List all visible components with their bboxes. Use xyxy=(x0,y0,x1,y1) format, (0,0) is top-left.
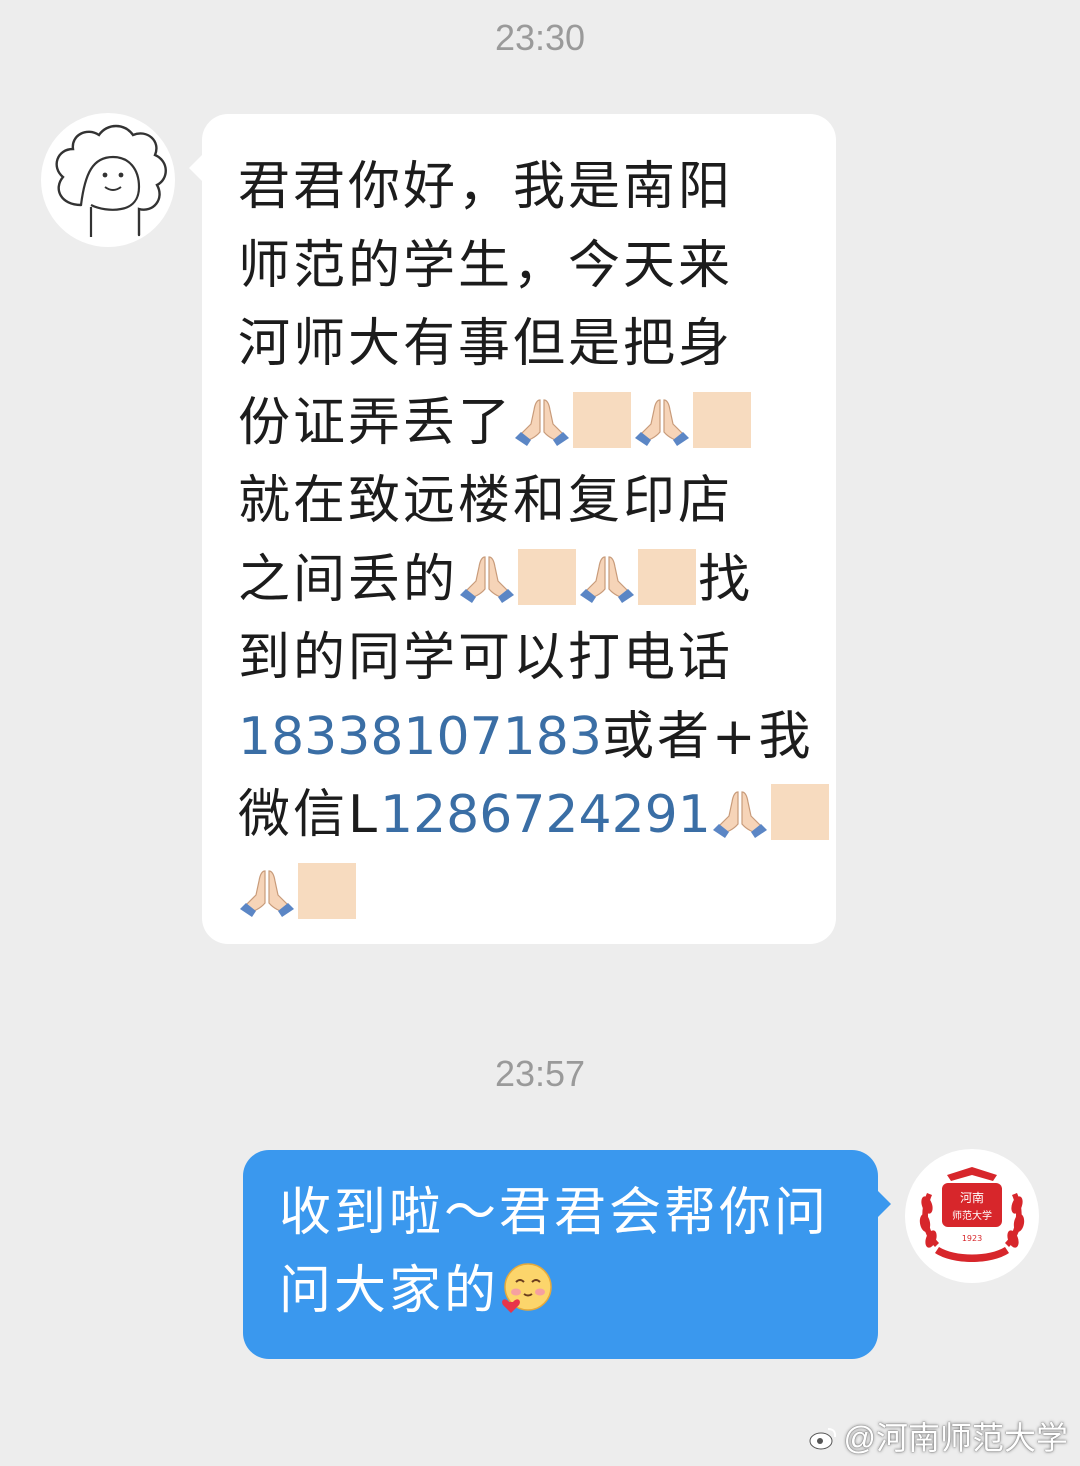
redacted-emoji-block xyxy=(638,548,697,605)
timestamp-top: 23:30 xyxy=(494,17,586,58)
message-text: 份证弄丢了 xyxy=(238,392,514,453)
message-line: 份证弄丢了 xyxy=(238,384,816,463)
doodle-face-icon xyxy=(55,124,167,237)
sender-avatar[interactable] xyxy=(41,113,175,247)
redacted-emoji-block xyxy=(693,391,752,448)
message-text: 找 xyxy=(698,549,754,610)
message-line: 18338107183或者+我 xyxy=(238,698,816,777)
message-text: 微信L xyxy=(238,785,380,845)
message-line: 问大家的 xyxy=(279,1252,858,1330)
message-line: 之间丢的 找 xyxy=(238,541,816,620)
message-line xyxy=(238,855,816,934)
redacted-emoji-block xyxy=(298,862,356,919)
seal-text-middle: 师范大学 xyxy=(952,1209,992,1222)
message-line: 就在致远楼和复印店 xyxy=(238,471,734,531)
redacted-emoji-block xyxy=(518,548,577,605)
praying-hands-icon xyxy=(458,551,516,603)
incoming-message-bubble[interactable]: 君君你好，我是南阳 师范的学生，今天来 河师大有事但是把身 份证弄丢了 就在致远… xyxy=(189,114,836,944)
praying-hands-icon xyxy=(578,551,636,603)
message-text: 之间丢的 xyxy=(238,549,459,610)
outgoing-message-bubble[interactable]: 收到啦～君君会帮你问 问大家的 xyxy=(243,1150,891,1359)
praying-hands-icon xyxy=(513,394,571,446)
message-line: 收到啦～君君会帮你问 xyxy=(279,1183,830,1243)
blushing-face-with-heart-icon xyxy=(499,1260,555,1316)
praying-hands-icon xyxy=(633,394,691,446)
seal-year: 1923 xyxy=(962,1234,982,1243)
watermark: @河南师范大学 xyxy=(808,1418,1069,1458)
redacted-emoji-block xyxy=(770,784,829,840)
phone-number-link[interactable]: 18338107183 xyxy=(238,707,602,767)
school-avatar[interactable]: 河南 师范大学 1923 xyxy=(905,1149,1039,1283)
timestamp-bottom: 23:57 xyxy=(494,1053,586,1094)
message-text: 问大家的 xyxy=(279,1261,500,1321)
redacted-emoji-block xyxy=(573,391,632,448)
seal-text-top: 河南 xyxy=(960,1190,984,1205)
weibo-logo-icon xyxy=(809,1428,836,1450)
watermark-text: @河南师范大学 xyxy=(843,1420,1069,1456)
message-line: 河师大有事但是把身 xyxy=(238,314,734,374)
university-seal-icon: 河南 师范大学 1923 xyxy=(919,1167,1025,1262)
message-line: 微信L1286724291 xyxy=(238,776,829,855)
message-line: 师范的学生，今天来 xyxy=(238,235,734,296)
wechat-id-link[interactable]: 1286724291 xyxy=(380,785,711,845)
message-text: 或者+我 xyxy=(601,706,814,767)
message-line: 到的同学可以打电话 xyxy=(238,628,734,688)
praying-hands-icon xyxy=(711,786,769,838)
praying-hands-icon xyxy=(238,865,296,917)
message-line: 君君你好，我是南阳 xyxy=(238,157,734,217)
